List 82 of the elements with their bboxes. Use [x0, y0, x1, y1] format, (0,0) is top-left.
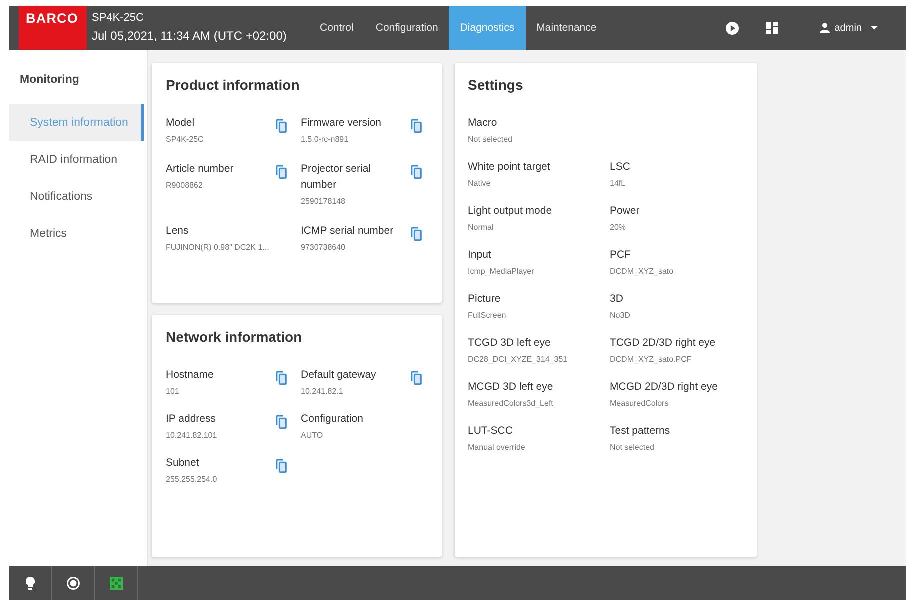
field-value: DC28_DCI_XYZE_314_351 [468, 354, 569, 366]
field-value: Normal [468, 222, 495, 234]
copy-icon[interactable] [411, 371, 422, 385]
field-label: TCGD 2D/3D right eye [610, 336, 717, 351]
field-value: DCDM_XYZ_sato [610, 266, 675, 278]
nav-tab[interactable]: Configuration [364, 6, 450, 50]
field-label: White point target [468, 160, 552, 175]
field-value: 10.241.82.1 [301, 386, 344, 398]
field-value: 101 [166, 386, 180, 398]
field-value: 1.5.0-rc-n891 [301, 134, 350, 146]
field-label: Input [468, 248, 492, 263]
card-title: Network information [166, 328, 304, 346]
field-label: Model [166, 116, 196, 131]
field-label: Firmware version [301, 116, 383, 131]
copy-icon[interactable] [276, 371, 287, 385]
field-label: LSC [610, 160, 632, 175]
play-icon[interactable] [726, 22, 739, 34]
sidebar-item[interactable]: Notifications [9, 178, 144, 215]
user-menu[interactable]: admin [820, 22, 878, 34]
card-title: Settings [468, 76, 524, 94]
copy-icon[interactable] [276, 119, 287, 133]
field-label: Article number [166, 162, 235, 177]
field-value: MeasuredColors3d_Left [468, 398, 554, 410]
field-value: 9730738640 [301, 242, 346, 254]
field-value: DCDM_XYZ_sato.PCF [610, 354, 693, 366]
brand-logo: BARCO [19, 6, 87, 50]
field-value: 2590178148 [301, 196, 346, 208]
field-value: 10.241.82.101 [166, 430, 218, 442]
field-value: AUTO [301, 430, 324, 442]
field-value: SP4K-25C [166, 134, 205, 146]
field-label: Macro [468, 116, 498, 131]
caret-icon [871, 26, 878, 30]
field-label: Lens [166, 224, 190, 239]
copy-icon[interactable] [411, 227, 422, 241]
field-label: Subnet [166, 456, 200, 471]
field-label: 3D [610, 292, 624, 307]
field-label: MCGD 2D/3D right eye [610, 380, 719, 395]
field-label: PCF [610, 248, 632, 263]
field-value: MeasuredColors [610, 398, 670, 410]
copy-icon[interactable] [276, 459, 287, 473]
user-icon [820, 23, 830, 33]
copy-icon[interactable] [276, 415, 287, 429]
squares-icon[interactable] [110, 576, 122, 590]
sidebar-item[interactable]: Metrics [9, 215, 144, 252]
field-value: FullScreen [468, 310, 508, 322]
sidebar-item[interactable]: RAID information [9, 141, 144, 178]
bulb-icon[interactable] [26, 576, 34, 590]
card-title: Product information [166, 76, 301, 94]
field-label: TCGD 3D left eye [468, 336, 552, 351]
field-label: Hostname [166, 368, 215, 383]
field-value: 255.255.254.0 [166, 474, 218, 486]
field-value: 20% [610, 222, 628, 234]
field-value: Manual override [468, 442, 526, 454]
field-value: 14fL [610, 178, 627, 190]
field-label: MCGD 3D left eye [468, 380, 554, 395]
nav-tab[interactable]: Control [309, 6, 365, 50]
field-value: FUJINON(R) 0.98" DC2K 1... [166, 242, 270, 254]
field-value: Native [468, 178, 492, 190]
field-value: R9008862 [166, 180, 204, 192]
field-label: Light output mode [468, 204, 554, 219]
date-time: Jul 05,2021, 11:34 AM (UTC +02:00) [92, 29, 287, 44]
field-label: LUT-SCC [468, 424, 514, 439]
field-label: Picture [468, 292, 502, 307]
field-label: Configuration [301, 412, 364, 427]
copy-icon[interactable] [411, 165, 422, 179]
nav-tab[interactable]: Maintenance [526, 6, 608, 50]
field-label: Test patterns [610, 424, 672, 439]
field-label: ICMP serial number [301, 224, 395, 239]
field-value: Not selected [468, 134, 514, 146]
sidebar-title: Monitoring [19, 73, 80, 87]
device-name: SP4K-25C [92, 12, 144, 25]
field-value: Not selected [610, 442, 656, 454]
target-icon[interactable] [66, 576, 80, 590]
field-label: Projector serial number [301, 162, 372, 193]
copy-icon[interactable] [411, 119, 422, 133]
field-label: IP address [166, 412, 218, 427]
field-value: Icmp_MediaPlayer [468, 266, 536, 278]
field-label: Default gateway [301, 368, 378, 383]
field-value: No3D [610, 310, 632, 322]
field-label: Power [610, 204, 641, 219]
dashboard-icon[interactable] [766, 22, 778, 34]
copy-icon[interactable] [276, 165, 287, 179]
